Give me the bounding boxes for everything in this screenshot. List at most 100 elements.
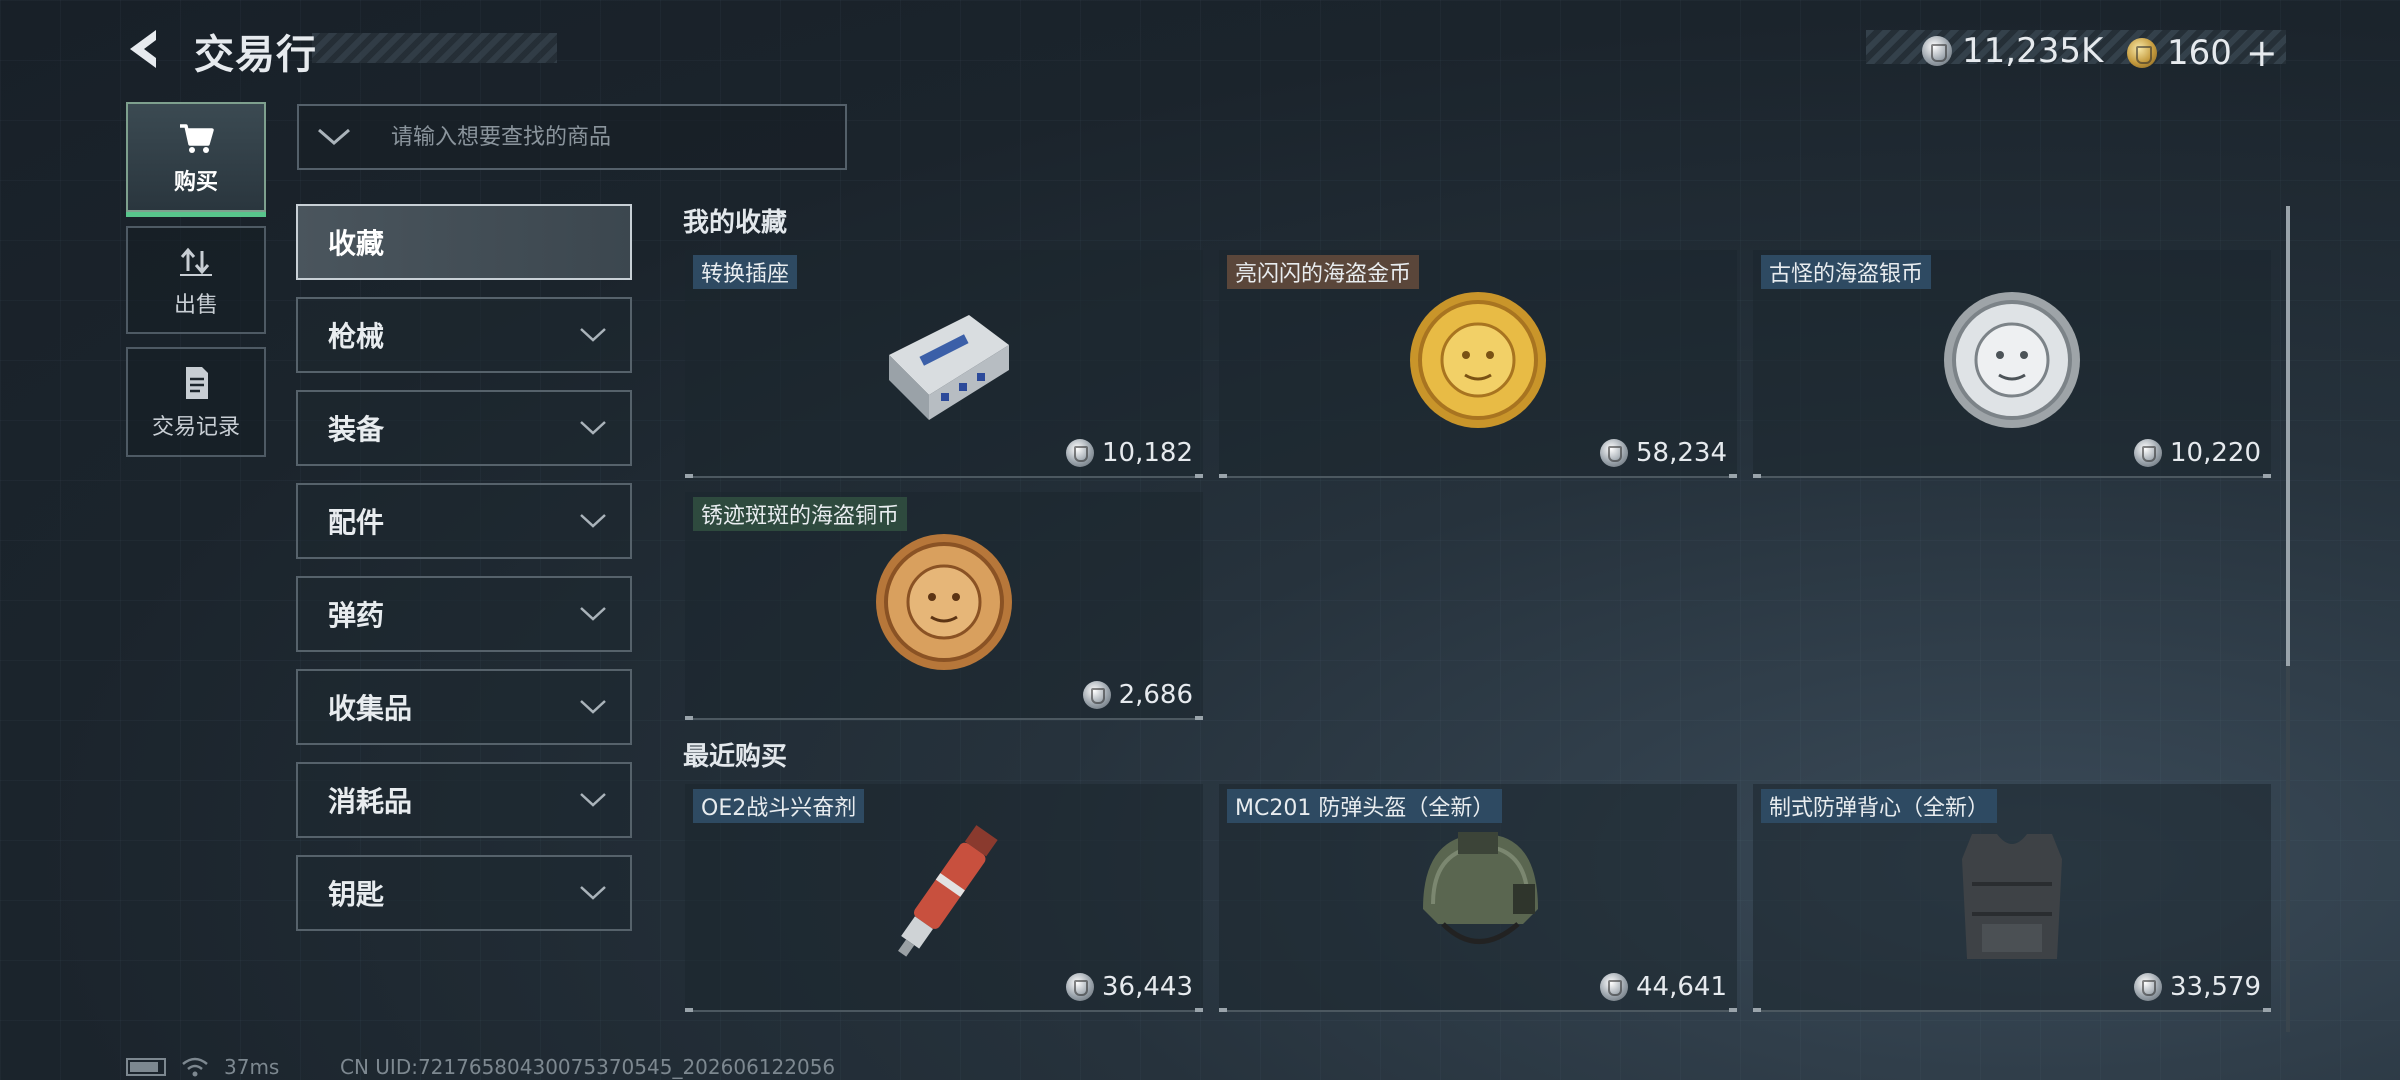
silver-coin-icon bbox=[1922, 36, 1952, 66]
gold-pirate-coin-icon bbox=[1393, 280, 1563, 440]
item-price-value: 33,579 bbox=[2170, 972, 2261, 1002]
category-label: 装备 bbox=[328, 413, 385, 446]
item-price-value: 36,443 bbox=[1102, 972, 1193, 1002]
item-price: 2,686 bbox=[1082, 680, 1193, 710]
card-corner-mark bbox=[1753, 474, 1761, 478]
category-keys[interactable]: 钥匙 bbox=[296, 855, 632, 931]
nav-sell[interactable]: 出售 bbox=[126, 226, 266, 334]
card-corner-mark bbox=[1729, 1008, 1737, 1012]
category-label: 消耗品 bbox=[328, 785, 413, 818]
adapter-socket-icon bbox=[859, 280, 1029, 440]
silver-coin-icon bbox=[1600, 439, 1629, 467]
scrollbar[interactable] bbox=[2286, 206, 2290, 1032]
helmet-icon bbox=[1393, 814, 1563, 974]
favorites-section-title: 我的收藏 bbox=[683, 208, 788, 238]
item-price-value: 10,220 bbox=[2170, 438, 2261, 468]
card-corner-mark bbox=[685, 716, 693, 720]
item-name: 亮闪闪的海盗金币 bbox=[1227, 255, 1420, 289]
wifi-icon bbox=[182, 1057, 208, 1077]
category-label: 收藏 bbox=[328, 227, 385, 260]
category-collectibles[interactable]: 收集品 bbox=[296, 669, 632, 745]
nav-buy-label: 购买 bbox=[173, 170, 218, 195]
nav-buy[interactable]: 购买 bbox=[126, 102, 266, 217]
category-label: 钥匙 bbox=[328, 878, 385, 911]
item-price-value: 58,234 bbox=[1636, 438, 1727, 468]
card-corner-mark bbox=[1753, 1008, 1761, 1012]
item-card[interactable]: 制式防弹背心（全新） 33,579 bbox=[1753, 784, 2271, 1012]
item-price-value: 2,686 bbox=[1118, 680, 1193, 710]
ping-value: 37ms bbox=[224, 1055, 280, 1079]
item-price: 10,220 bbox=[2134, 438, 2261, 468]
item-card[interactable]: 锈迹斑斑的海盗铜币 2,686 bbox=[685, 492, 1203, 720]
item-price: 33,579 bbox=[2134, 972, 2261, 1002]
item-price: 44,641 bbox=[1600, 972, 1727, 1002]
item-name: OE2战斗兴奋剂 bbox=[693, 789, 865, 823]
add-currency-button[interactable]: + bbox=[2246, 31, 2278, 75]
status-bar: 37ms bbox=[126, 1055, 279, 1079]
category-label: 枪械 bbox=[328, 320, 385, 353]
card-corner-mark bbox=[1219, 1008, 1227, 1012]
card-corner-mark bbox=[685, 474, 693, 478]
category-favorites[interactable]: 收藏 bbox=[296, 204, 632, 280]
silver-pirate-coin-icon bbox=[1927, 280, 2097, 440]
silver-coin-icon bbox=[2134, 439, 2163, 467]
item-card[interactable]: OE2战斗兴奋剂 36,443 bbox=[685, 784, 1203, 1012]
card-corner-mark bbox=[685, 1008, 693, 1012]
category-label: 配件 bbox=[328, 506, 385, 539]
battery-icon bbox=[126, 1058, 166, 1076]
silver-coin-icon bbox=[1082, 681, 1111, 709]
card-corner-mark bbox=[1195, 716, 1203, 720]
chevron-down-icon[interactable] bbox=[299, 127, 369, 147]
card-corner-mark bbox=[1195, 1008, 1203, 1012]
category-label: 收集品 bbox=[328, 692, 413, 725]
item-card[interactable]: 古怪的海盗银币 10,220 bbox=[1753, 250, 2271, 478]
page-title: 交易行 bbox=[194, 32, 317, 78]
back-arrow-icon[interactable] bbox=[122, 26, 168, 72]
chevron-down-icon bbox=[580, 700, 606, 714]
chevron-down-icon bbox=[580, 607, 606, 621]
user-uid: CN UID:72176580430075370545_202606122056 bbox=[340, 1055, 836, 1079]
currency-primary-value: 11,235K bbox=[1962, 31, 2104, 71]
category-attachments[interactable]: 配件 bbox=[296, 483, 632, 559]
category-firearms[interactable]: 枪械 bbox=[296, 297, 632, 373]
item-name: 转换插座 bbox=[693, 255, 798, 289]
chevron-down-icon bbox=[580, 514, 606, 528]
search-input[interactable] bbox=[389, 123, 813, 151]
scrollbar-thumb[interactable] bbox=[2286, 206, 2290, 666]
document-icon bbox=[186, 367, 208, 399]
item-price-value: 10,182 bbox=[1102, 438, 1193, 468]
sell-arrows-icon bbox=[180, 247, 212, 276]
copper-pirate-coin-icon bbox=[859, 522, 1029, 682]
item-card[interactable]: MC201 防弹头盔（全新） 44,641 bbox=[1219, 784, 1737, 1012]
card-corner-mark bbox=[1219, 474, 1227, 478]
category-consumables[interactable]: 消耗品 bbox=[296, 762, 632, 838]
cart-icon bbox=[180, 124, 214, 153]
search-box[interactable] bbox=[297, 104, 847, 170]
nav-trade-history[interactable]: 交易记录 bbox=[126, 347, 266, 457]
card-corner-mark bbox=[2263, 474, 2271, 478]
body-armor-icon bbox=[1927, 814, 2097, 974]
stimulant-injector-icon bbox=[859, 814, 1029, 974]
category-equipment[interactable]: 装备 bbox=[296, 390, 632, 466]
item-card[interactable]: 转换插座 10,182 bbox=[685, 250, 1203, 478]
item-name: 古怪的海盗银币 bbox=[1761, 255, 1932, 289]
recent-section-title: 最近购买 bbox=[683, 742, 788, 772]
item-card[interactable]: 亮闪闪的海盗金币 58,234 bbox=[1219, 250, 1737, 478]
card-corner-mark bbox=[1195, 474, 1203, 478]
silver-coin-icon bbox=[2134, 973, 2163, 1001]
category-ammo[interactable]: 弹药 bbox=[296, 576, 632, 652]
card-corner-mark bbox=[1729, 474, 1737, 478]
chevron-down-icon bbox=[580, 421, 606, 435]
currency-secondary[interactable]: 160 + bbox=[2127, 31, 2278, 75]
item-price: 58,234 bbox=[1600, 438, 1727, 468]
category-label: 弹药 bbox=[328, 599, 385, 632]
nav-trade-history-label: 交易记录 bbox=[151, 415, 240, 440]
title-decoration bbox=[312, 33, 557, 63]
silver-coin-icon bbox=[1066, 973, 1095, 1001]
silver-coin-icon bbox=[1066, 439, 1095, 467]
silver-coin-icon bbox=[1600, 973, 1629, 1001]
chevron-down-icon bbox=[580, 328, 606, 342]
currency-secondary-value: 160 bbox=[2167, 33, 2232, 73]
card-corner-mark bbox=[2263, 1008, 2271, 1012]
chevron-down-icon bbox=[580, 886, 606, 900]
